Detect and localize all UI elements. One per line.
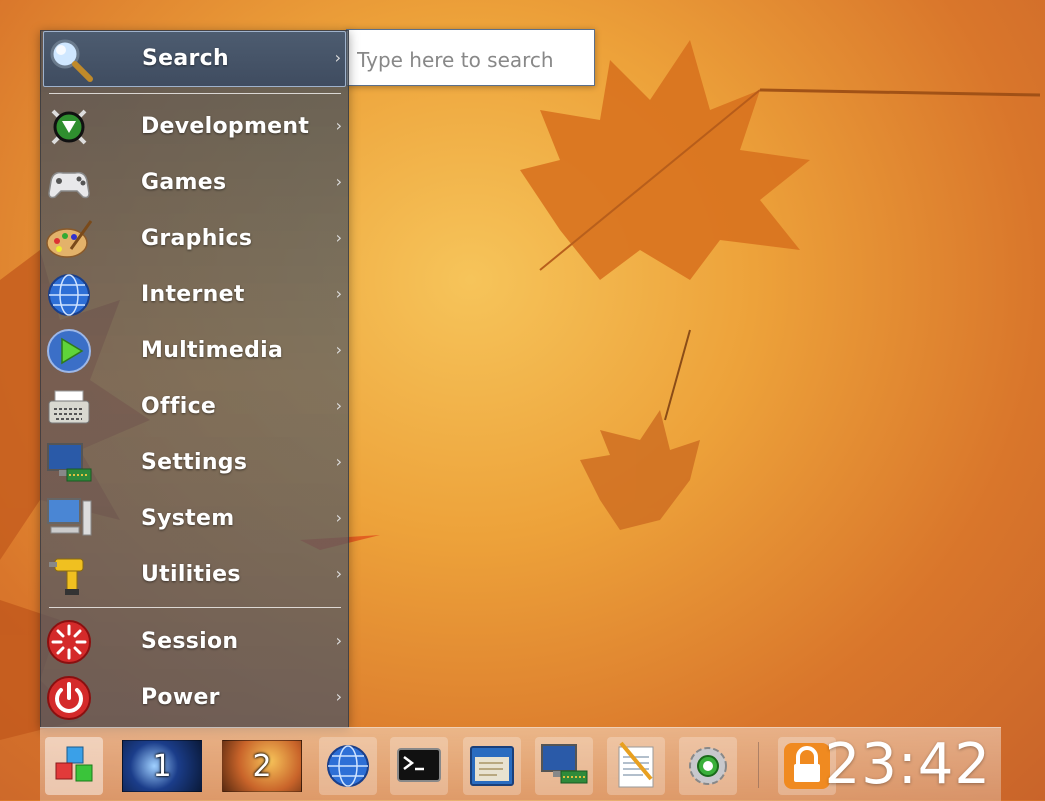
chevron-right-icon: ›	[335, 564, 342, 583]
menu-item-search[interactable]: Search ›	[43, 31, 346, 87]
computer-icon	[47, 498, 92, 536]
start-menu-button[interactable]	[45, 737, 103, 795]
magnifier-icon	[50, 39, 93, 82]
file-manager-icon	[470, 746, 514, 786]
monitor-settings-icon	[47, 443, 92, 482]
menu-item-label: System	[141, 506, 235, 531]
search-field-container	[346, 29, 595, 86]
menu-item-multimedia[interactable]: Multimedia ›	[43, 324, 346, 378]
menu-item-utilities[interactable]: Utilities ›	[43, 548, 346, 602]
session-icon	[47, 620, 91, 664]
launcher-settings[interactable]	[679, 737, 737, 795]
chevron-right-icon: ›	[335, 228, 342, 247]
menu-item-label: Office	[141, 394, 217, 419]
play-icon	[47, 329, 91, 373]
menu-item-graphics[interactable]: Graphics ›	[43, 212, 346, 266]
chevron-right-icon: ›	[335, 687, 342, 706]
virtual-desktop-2[interactable]: 2	[222, 740, 302, 792]
system-monitor-icon	[541, 744, 588, 784]
chevron-right-icon: ›	[335, 116, 342, 135]
globe-icon	[48, 274, 90, 316]
menu-item-power[interactable]: Power ›	[43, 671, 346, 725]
chevron-right-icon: ›	[335, 452, 342, 471]
menu-item-label: Power	[141, 685, 220, 710]
menu-item-label: Multimedia	[141, 338, 284, 363]
launcher-text-editor[interactable]	[607, 737, 665, 795]
taskbar-separator	[758, 742, 759, 788]
text-editor-icon	[618, 741, 654, 788]
menu-item-label: Development	[141, 114, 310, 139]
menu-item-label: Session	[141, 629, 239, 654]
menu-item-settings[interactable]: Settings ›	[43, 436, 346, 490]
chevron-right-icon: ›	[334, 48, 341, 67]
drill-icon	[49, 558, 84, 595]
separator	[49, 93, 341, 94]
menu-item-games[interactable]: Games ›	[43, 156, 346, 210]
application-menu: Search › Development › Games › Graphics …	[40, 30, 349, 728]
development-icon	[51, 109, 87, 145]
terminal-icon	[397, 748, 441, 782]
settings-gear-icon	[689, 747, 727, 785]
chevron-right-icon: ›	[335, 284, 342, 303]
chevron-right-icon: ›	[335, 172, 342, 191]
launcher-browser[interactable]	[319, 737, 377, 795]
virtual-desktop-1[interactable]: 1	[122, 740, 202, 792]
chevron-right-icon: ›	[335, 396, 342, 415]
menu-item-development[interactable]: Development ›	[43, 100, 346, 154]
menu-item-internet[interactable]: Internet ›	[43, 268, 346, 322]
menu-item-system[interactable]: System ›	[43, 492, 346, 546]
menu-item-label: Games	[141, 170, 227, 195]
launcher-terminal[interactable]	[390, 737, 448, 795]
separator	[49, 607, 341, 608]
palette-icon	[46, 220, 93, 258]
chevron-right-icon: ›	[335, 508, 342, 527]
power-icon	[47, 676, 91, 720]
menu-item-label: Search	[142, 46, 229, 71]
taskbar: 1 2 23:42	[40, 727, 1001, 801]
launcher-system-monitor[interactable]	[535, 737, 593, 795]
clock[interactable]: 23:42	[825, 732, 991, 797]
menu-item-office[interactable]: Office ›	[43, 380, 346, 434]
typewriter-icon	[48, 390, 90, 424]
menu-item-label: Utilities	[141, 562, 241, 587]
launcher-file-manager[interactable]	[463, 737, 521, 795]
menu-item-session[interactable]: Session ›	[43, 615, 346, 669]
chevron-right-icon: ›	[335, 631, 342, 650]
menu-item-label: Settings	[141, 450, 248, 475]
desktop-number: 1	[152, 748, 172, 784]
cubes-icon	[55, 746, 93, 782]
menu-item-label: Graphics	[141, 226, 253, 251]
menu-item-label: Internet	[141, 282, 245, 307]
gamepad-icon	[48, 171, 90, 199]
desktop-number: 2	[252, 748, 272, 784]
search-input[interactable]	[355, 44, 589, 76]
chevron-right-icon: ›	[335, 340, 342, 359]
browser-icon	[327, 745, 369, 787]
